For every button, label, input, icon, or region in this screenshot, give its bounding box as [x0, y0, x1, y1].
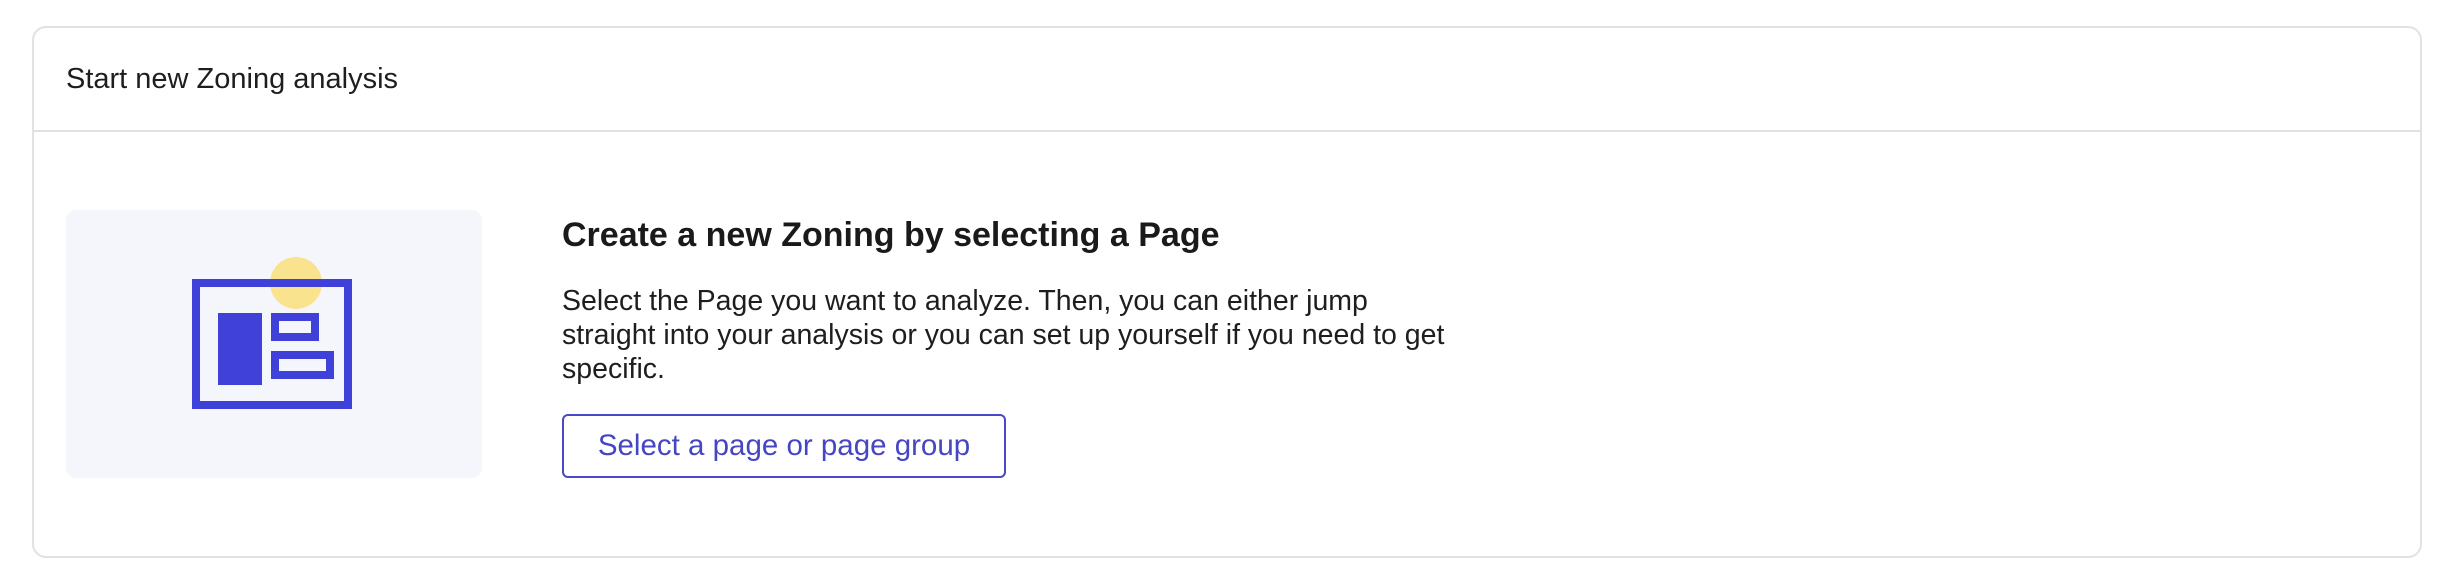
illustration — [66, 210, 482, 478]
card-header: Start new Zoning analysis — [34, 28, 2420, 132]
zoning-start-card: Start new Zoning analysis Create a new Z… — [32, 26, 2422, 558]
page-layout-icon — [192, 257, 352, 409]
empty-state-content: Create a new Zoning by selecting a Page … — [562, 210, 1462, 478]
select-page-button[interactable]: Select a page or page group — [562, 414, 1006, 478]
empty-state-heading: Create a new Zoning by selecting a Page — [562, 216, 1220, 254]
empty-state-description: Select the Page you want to analyze. The… — [562, 285, 1445, 385]
card-title: Start new Zoning analysis — [66, 62, 399, 95]
card-body: Create a new Zoning by selecting a Page … — [34, 132, 2420, 556]
